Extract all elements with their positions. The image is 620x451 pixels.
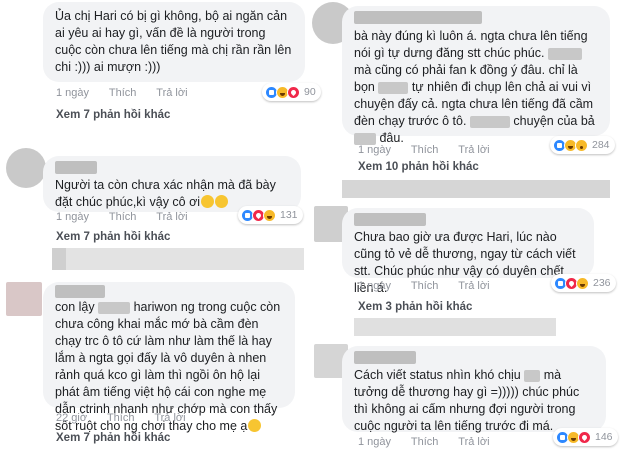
like-link[interactable]: Thích xyxy=(107,412,135,424)
comment-text-part: đâu. xyxy=(379,131,404,145)
more-replies-label: Xem 7 phản hồi khác xyxy=(56,432,171,444)
comment-bubble: bà này đúng kì luôn á. ngta chưa lên tiế… xyxy=(342,6,610,145)
comment-text: Người ta còn chưa xác nhận mà đã bày đặt… xyxy=(55,178,276,209)
redacted-text xyxy=(547,47,582,60)
redacted-text xyxy=(524,369,541,382)
reply-link[interactable]: Trả lời xyxy=(458,144,489,156)
comment-time: 1 ngày xyxy=(358,436,392,448)
view-more-replies-link[interactable]: Xem 7 phản hồi khác xyxy=(56,109,170,121)
reply-link[interactable]: Trả lời xyxy=(156,211,187,223)
comment-text-part: Cách viết status nhìn khó chịu xyxy=(354,368,521,382)
redacted-text xyxy=(469,115,510,128)
smile-emoji-icon xyxy=(201,195,215,208)
reply-link[interactable]: Trả lời xyxy=(154,412,185,424)
comment-meta: 22 giờ Thích Trả lời xyxy=(56,412,203,424)
smile-emoji-icon xyxy=(215,195,229,208)
comment-meta: 1 ngày Thích Trả lời xyxy=(358,436,507,448)
comment-text-part: chuyện của bả xyxy=(513,114,595,128)
author-name-redacted[interactable] xyxy=(354,11,482,24)
more-replies-label: Xem 7 phản hồi khác xyxy=(56,231,171,243)
author-name-redacted[interactable] xyxy=(55,161,97,174)
reply-link[interactable]: Trả lời xyxy=(458,436,489,448)
more-replies-label: Xem 10 phản hồi khác xyxy=(358,161,479,173)
avatar[interactable] xyxy=(6,148,46,188)
comment-time: 1 ngày xyxy=(56,87,90,99)
like-link[interactable]: Thích xyxy=(411,436,439,448)
reaction-count: 236 xyxy=(593,277,611,289)
more-replies-label: Xem 3 phản hồi khác xyxy=(358,301,473,313)
like-link[interactable]: Thích xyxy=(411,280,439,292)
like-link[interactable]: Thích xyxy=(109,211,137,223)
avatar[interactable] xyxy=(6,282,42,316)
comment-time: 22 giờ xyxy=(56,412,88,424)
redacted-block xyxy=(52,248,66,270)
redacted-divider xyxy=(52,248,304,270)
comment-meta: 1 ngày Thích Trả lời xyxy=(56,87,205,99)
like-link[interactable]: Thích xyxy=(109,87,137,99)
comment-bubble: Người ta còn chưa xác nhận mà đã bày đặt… xyxy=(43,156,301,212)
reaction-count: 284 xyxy=(592,139,610,151)
redacted-divider xyxy=(354,318,556,336)
reaction-summary[interactable]: 284 xyxy=(550,136,615,154)
reaction-count: 146 xyxy=(595,431,613,443)
haha-reaction-icon xyxy=(576,276,589,290)
comment-bubble: Chưa bao giờ ưa được Hari, lúc nào cũng … xyxy=(342,208,594,295)
reaction-summary[interactable]: 146 xyxy=(553,428,618,446)
view-more-replies-link[interactable]: Xem 7 phản hồi khác xyxy=(56,432,170,444)
comment-bubble: con lậy hariwon ng trong cuộc còn chưa c… xyxy=(43,282,295,433)
comment-time: 1 ngày xyxy=(358,280,392,292)
love-reaction-icon xyxy=(578,430,591,444)
reaction-count: 131 xyxy=(280,209,298,221)
comment-time: 1 ngày xyxy=(56,211,90,223)
comment-meta: 1 ngày Thích Trả lời xyxy=(358,280,507,292)
comment-meta: 1 ngày Thích Trả lời xyxy=(358,144,507,156)
author-name-redacted[interactable] xyxy=(354,351,416,364)
redacted-text xyxy=(354,132,376,145)
comment-bubble: Ủa chị Hari có bị gì không, bộ ai ngăn c… xyxy=(43,2,305,82)
like-link[interactable]: Thích xyxy=(411,144,439,156)
reply-link[interactable]: Trả lời xyxy=(458,280,489,292)
author-name-redacted[interactable] xyxy=(55,285,105,298)
redacted-text xyxy=(378,81,409,94)
more-replies-label: Xem 7 phản hồi khác xyxy=(56,109,171,121)
haha-reaction-icon xyxy=(263,208,276,222)
comment-text-part: con lậy xyxy=(55,300,95,314)
reaction-summary[interactable]: 131 xyxy=(238,206,303,224)
comment-bubble: Cách viết status nhìn khó chịu mà tưởng … xyxy=(342,346,606,433)
smile-emoji-icon xyxy=(248,419,262,432)
love-reaction-icon xyxy=(287,85,300,99)
view-more-replies-link[interactable]: Xem 7 phản hồi khác xyxy=(56,231,170,243)
reaction-count: 90 xyxy=(304,86,316,98)
comment-meta: 1 ngày Thích Trả lời xyxy=(56,211,205,223)
reply-link[interactable]: Trả lời xyxy=(156,87,187,99)
reaction-summary[interactable]: 236 xyxy=(551,274,616,292)
comment-time: 1 ngày xyxy=(358,144,392,156)
comment-text: Ủa chị Hari có bị gì không, bộ ai ngăn c… xyxy=(55,9,292,74)
view-more-replies-link[interactable]: Xem 3 phản hồi khác xyxy=(358,301,472,313)
reaction-summary[interactable]: 90 xyxy=(262,83,321,101)
sad-reaction-icon xyxy=(575,138,588,152)
redacted-name xyxy=(98,301,131,314)
view-more-replies-link[interactable]: Xem 10 phản hồi khác xyxy=(358,161,479,173)
redacted-divider xyxy=(342,180,610,198)
author-name-redacted[interactable] xyxy=(354,213,426,226)
